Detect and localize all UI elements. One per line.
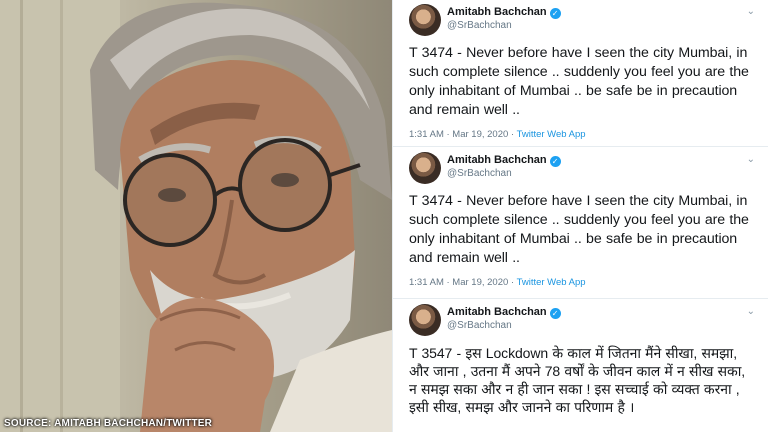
tweet-card: Amitabh Bachchan ✓ @SrBachchan ⌄ T 3474 -… bbox=[393, 152, 768, 288]
verified-badge-icon: ✓ bbox=[549, 156, 561, 167]
chevron-down-icon[interactable]: ⌄ bbox=[747, 6, 755, 17]
chevron-down-icon[interactable]: ⌄ bbox=[747, 306, 755, 317]
tweet-author[interactable]: Amitabh Bachchan ✓ @SrBachchan ⌄ bbox=[401, 304, 761, 336]
tweet-meta: 1:31 AM · Mar 19, 2020 · Twitter Web App bbox=[409, 277, 586, 288]
avatar[interactable] bbox=[409, 304, 441, 336]
tweet-author[interactable]: Amitabh Bachchan ✓ @SrBachchan ⌄ bbox=[401, 152, 761, 184]
portrait-photo: SOURCE: AMITABH BACHCHAN/TWITTER bbox=[0, 0, 392, 432]
photo-source-caption: SOURCE: AMITABH BACHCHAN/TWITTER bbox=[4, 418, 213, 429]
author-name[interactable]: Amitabh Bachchan ✓ bbox=[447, 306, 561, 319]
tweet-divider bbox=[393, 298, 768, 299]
verified-badge-icon: ✓ bbox=[549, 8, 561, 19]
tweet-text: T 3474 - Never before have I seen the ci… bbox=[409, 193, 749, 266]
avatar[interactable] bbox=[409, 4, 441, 36]
tweet-card: Amitabh Bachchan ✓ @SrBachchan ⌄ T 3474 -… bbox=[393, 4, 768, 140]
tweet-divider bbox=[393, 146, 768, 147]
tweet-client[interactable]: Twitter Web App bbox=[517, 129, 586, 140]
verified-badge-icon: ✓ bbox=[549, 308, 561, 319]
author-handle[interactable]: @SrBachchan bbox=[447, 168, 512, 179]
author-name[interactable]: Amitabh Bachchan ✓ bbox=[447, 154, 561, 167]
tweet-card: Amitabh Bachchan ✓ @SrBachchan ⌄ T 3547 -… bbox=[393, 304, 768, 416]
tweet-client[interactable]: Twitter Web App bbox=[517, 277, 586, 288]
tweet-timestamp[interactable]: 1:31 AM · Mar 19, 2020 bbox=[409, 277, 508, 288]
author-name[interactable]: Amitabh Bachchan ✓ bbox=[447, 6, 561, 19]
tweet-text: T 3474 - Never before have I seen the ci… bbox=[409, 45, 749, 118]
portrait-illustration bbox=[0, 0, 392, 432]
chevron-down-icon[interactable]: ⌄ bbox=[747, 154, 755, 165]
tweet-meta: 1:31 AM · Mar 19, 2020 · Twitter Web App bbox=[409, 129, 586, 140]
author-handle[interactable]: @SrBachchan bbox=[447, 20, 512, 31]
tweet-text: T 3547 - इस Lockdown के काल में जितना मै… bbox=[409, 345, 746, 415]
avatar[interactable] bbox=[409, 152, 441, 184]
tweet-screenshots: Amitabh Bachchan ✓ @SrBachchan ⌄ T 3474 -… bbox=[392, 0, 768, 432]
tweet-author[interactable]: Amitabh Bachchan ✓ @SrBachchan ⌄ bbox=[401, 4, 761, 36]
tweet-timestamp[interactable]: 1:31 AM · Mar 19, 2020 bbox=[409, 129, 508, 140]
author-handle[interactable]: @SrBachchan bbox=[447, 320, 512, 331]
